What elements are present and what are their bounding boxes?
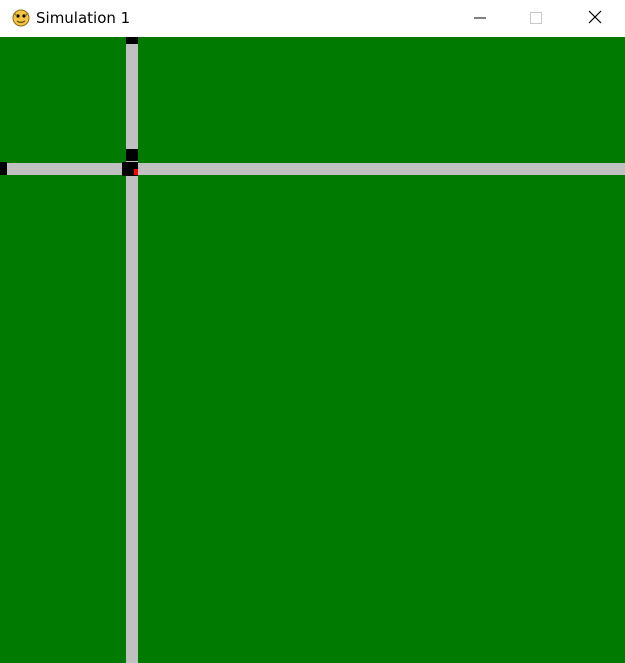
simulation-window: Simulation 1 (0, 0, 625, 663)
maximize-icon (530, 9, 542, 28)
traffic-signal-dot (134, 169, 138, 175)
minimize-button[interactable] (457, 0, 503, 37)
vertical-road (126, 37, 138, 663)
simulation-canvas[interactable] (0, 37, 625, 663)
close-icon (588, 9, 602, 28)
python-snake-icon (11, 8, 31, 28)
horizontal-road (0, 163, 625, 175)
minimize-icon (474, 9, 486, 28)
vehicle-left-entry (0, 162, 7, 175)
close-button[interactable] (572, 0, 618, 37)
title-bar[interactable]: Simulation 1 (0, 0, 625, 37)
vehicle-top-entry (126, 37, 138, 44)
maximize-button[interactable] (513, 0, 559, 37)
vehicle-near-intersection (126, 149, 138, 161)
window-title: Simulation 1 (36, 9, 131, 27)
